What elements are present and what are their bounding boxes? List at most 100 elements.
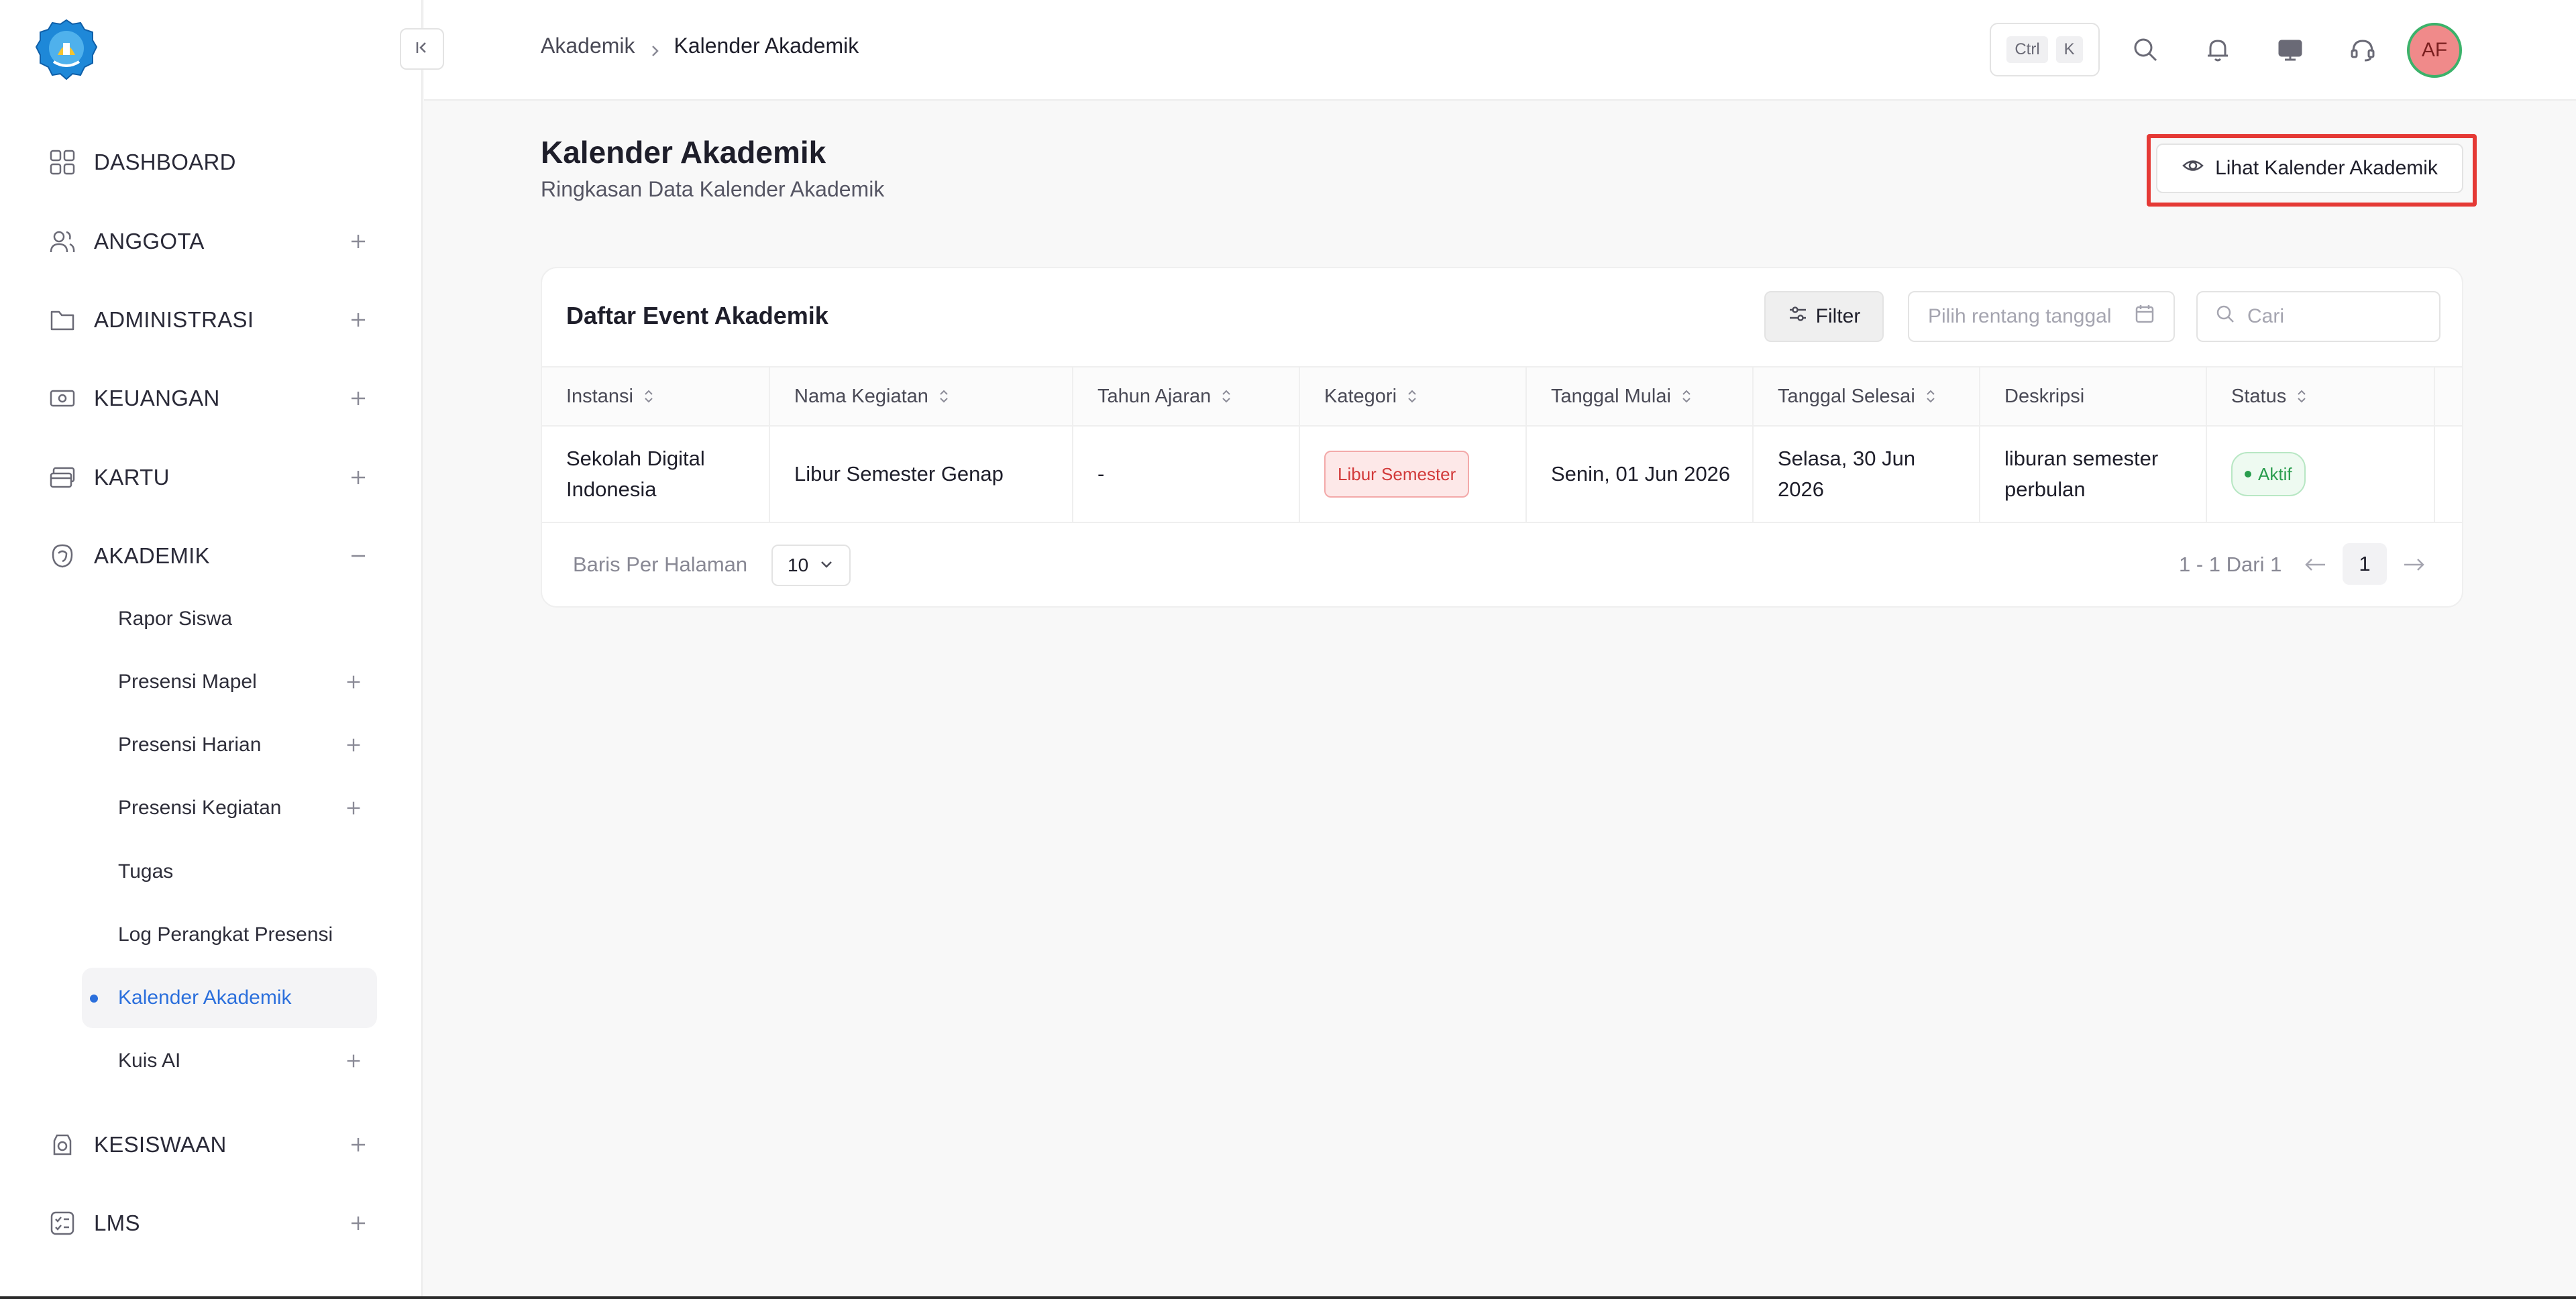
calendar-icon	[2135, 304, 2155, 329]
sidebar-item-label: KARTU	[94, 465, 170, 490]
sidebar-subitem-rapor-siswa[interactable]: Rapor Siswa	[82, 589, 377, 649]
sort-icon[interactable]	[938, 388, 950, 405]
column-header-instansi[interactable]: Instansi	[542, 368, 770, 425]
column-header-label: Tanggal Selesai	[1778, 385, 1915, 407]
plus-icon[interactable]	[347, 309, 369, 331]
checklist-icon	[47, 1208, 78, 1239]
sidebar-item-akademik[interactable]: AKADEMIK	[47, 536, 369, 576]
sidebar-item-label: AKADEMIK	[94, 543, 210, 568]
sidebar-subitem-label: Kuis AI	[118, 1050, 181, 1072]
sidebar-subitem-tugas[interactable]: Tugas	[82, 842, 377, 902]
column-header-nama-kegiatan[interactable]: Nama Kegiatan	[770, 368, 1073, 425]
users-icon	[47, 226, 78, 257]
plus-icon[interactable]	[347, 388, 369, 409]
bell-icon[interactable]	[2199, 31, 2237, 68]
sidebar-subitem-label: Rapor Siswa	[118, 608, 233, 630]
sidebar-subitem-label: Kalender Akademik	[118, 986, 292, 1009]
sidebar-item-label: DASHBOARD	[94, 150, 236, 174]
sidebar-item-kesiswaan[interactable]: KESISWAAN	[47, 1125, 369, 1165]
plus-icon[interactable]	[347, 1212, 369, 1234]
plus-icon[interactable]	[347, 467, 369, 488]
plus-icon[interactable]	[347, 1134, 369, 1155]
sidebar-item-anggota[interactable]: ANGGOTA	[47, 221, 369, 262]
sidebar-subitem-presensi-harian[interactable]: Presensi Harian	[82, 715, 377, 775]
sidebar-item-administrasi[interactable]: ADMINISTRASI	[47, 300, 369, 340]
minus-icon[interactable]	[347, 545, 369, 567]
sidebar-item-dashboard[interactable]: DASHBOARD	[47, 142, 369, 182]
plus-icon[interactable]	[347, 231, 369, 252]
cell-instansi: Sekolah Digital Indonesia	[542, 427, 770, 522]
search-icon	[2215, 304, 2235, 329]
sidebar-item-lms[interactable]: LMS	[47, 1203, 369, 1243]
avatar[interactable]: AF	[2407, 23, 2462, 78]
sidebar-item-keuangan[interactable]: KEUANGAN	[47, 378, 369, 418]
plus-icon[interactable]	[343, 798, 364, 818]
column-header-label: Status	[2231, 385, 2287, 407]
arrow-right-icon[interactable]	[2398, 549, 2430, 581]
status-dot	[2245, 471, 2251, 477]
sidebar-subitem-presensi-kegiatan[interactable]: Presensi Kegiatan	[82, 778, 377, 838]
rows-per-page-select[interactable]: 10	[771, 545, 851, 586]
filter-button[interactable]: Filter	[1764, 291, 1884, 342]
sidebar-item-label: ADMINISTRASI	[94, 307, 254, 332]
column-header-label: Kategori	[1324, 385, 1397, 407]
search-input[interactable]: Cari	[2196, 291, 2440, 342]
eye-icon	[2182, 154, 2204, 182]
tut-wuri-handayani-logo[interactable]	[34, 17, 99, 83]
table-header: Instansi Nama Kegiatan Tahun Ajaran Kate…	[542, 366, 2462, 427]
sidebar-item-kartu[interactable]: KARTU	[47, 457, 369, 498]
command-palette-shortcut[interactable]: Ctrl K	[1990, 23, 2100, 76]
sidebar-subitem-kuis-ai[interactable]: Kuis AI	[82, 1031, 377, 1091]
academic-icon	[47, 541, 78, 571]
monitor-icon[interactable]	[2271, 31, 2309, 68]
plus-icon[interactable]	[343, 672, 364, 692]
arrow-left-icon[interactable]	[2300, 549, 2332, 581]
filter-label: Filter	[1815, 305, 1861, 327]
sidebar: DASHBOARD ANGGOTA ADMINISTRASI KEUANGAN …	[0, 0, 423, 1299]
cell-nama-kegiatan: Libur Semester Genap	[770, 427, 1073, 522]
rows-per-page-value: 10	[788, 555, 809, 575]
headset-icon[interactable]	[2344, 31, 2381, 68]
breadcrumb: Akademik Kalender Akademik	[541, 34, 859, 58]
cell-tahun-ajaran: -	[1073, 427, 1300, 522]
column-header-tanggal-selesai[interactable]: Tanggal Selesai	[1754, 368, 1980, 425]
column-header-kategori[interactable]: Kategori	[1300, 368, 1527, 425]
pagination-page-button[interactable]: 1	[2343, 543, 2387, 585]
sidebar-subitem-presensi-mapel[interactable]: Presensi Mapel	[82, 652, 377, 712]
pagination-summary: 1 - 1 Dari 1	[2179, 553, 2282, 576]
breadcrumb-item-akademik[interactable]: Akademik	[541, 34, 635, 58]
column-header-label: Tanggal Mulai	[1551, 385, 1671, 407]
chevron-right-icon	[647, 39, 662, 56]
grid-icon	[47, 147, 78, 178]
search-icon[interactable]	[2127, 31, 2164, 68]
category-badge: Libur Semester	[1324, 451, 1470, 498]
sidebar-subitem-log-perangkat-presensi[interactable]: Log Perangkat Presensi	[82, 905, 377, 965]
sidebar-item-label: LMS	[94, 1210, 140, 1235]
student-icon	[47, 1129, 78, 1160]
column-header-status[interactable]: Status	[2207, 368, 2435, 425]
sort-icon[interactable]	[1925, 388, 1937, 405]
page-subtitle: Ringkasan Data Kalender Akademik	[541, 177, 885, 201]
rows-per-page-label: Baris Per Halaman	[573, 553, 748, 576]
plus-icon[interactable]	[343, 735, 364, 755]
plus-icon[interactable]	[343, 1051, 364, 1071]
cell-deskripsi: liburan semester perbulan	[1980, 427, 2207, 522]
sort-icon[interactable]	[1220, 388, 1232, 405]
column-header-tanggal-mulai[interactable]: Tanggal Mulai	[1527, 368, 1754, 425]
date-range-placeholder: Pilih rentang tanggal	[1928, 305, 2112, 327]
column-header-tahun-ajaran[interactable]: Tahun Ajaran	[1073, 368, 1300, 425]
sort-icon[interactable]	[643, 388, 655, 405]
sort-icon[interactable]	[1406, 388, 1418, 405]
view-calendar-button[interactable]: Lihat Kalender Akademik	[2156, 144, 2463, 193]
sidebar-item-label: KEUANGAN	[94, 386, 220, 410]
sort-icon[interactable]	[2296, 388, 2308, 405]
page-title: Kalender Akademik	[541, 135, 826, 170]
status-badge: Aktif	[2231, 452, 2306, 496]
collapse-sidebar-button[interactable]	[400, 28, 444, 70]
sort-icon[interactable]	[1680, 388, 1693, 405]
table-row[interactable]: Sekolah Digital Indonesia Libur Semester…	[542, 427, 2462, 523]
column-header-deskripsi: Deskripsi	[1980, 368, 2207, 425]
sidebar-subitem-kalender-akademik[interactable]: Kalender Akademik	[82, 968, 377, 1028]
date-range-input[interactable]: Pilih rentang tanggal	[1908, 291, 2175, 342]
window-bottom-border	[0, 1296, 2576, 1299]
